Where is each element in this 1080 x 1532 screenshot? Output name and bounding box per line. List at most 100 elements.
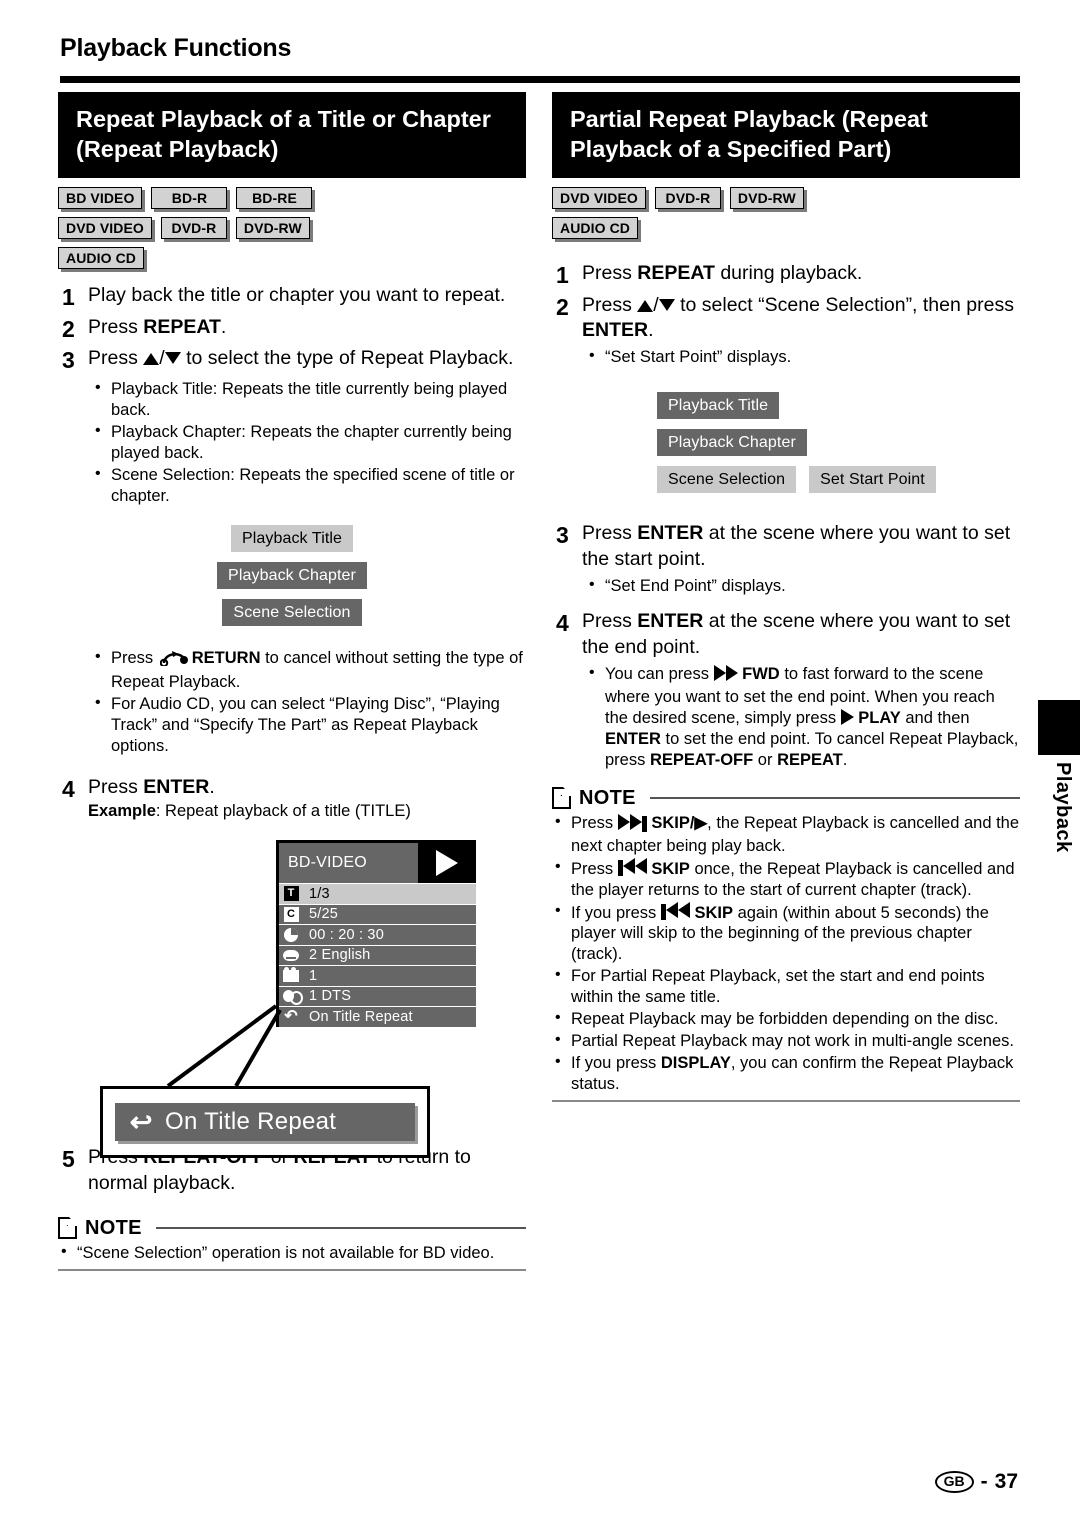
step-3: 3 Press / to select the type of Repeat P… bbox=[58, 346, 526, 376]
step-text-c: . bbox=[220, 315, 227, 338]
bullet-item: Playback Title: Repeats the title curren… bbox=[92, 378, 526, 421]
menu-line: Playback Chapter bbox=[552, 429, 1020, 457]
bullet-item: “Set Start Point” displays. bbox=[586, 346, 1020, 368]
step-text-a: Press bbox=[582, 261, 638, 284]
key-play: PLAY bbox=[858, 708, 901, 727]
example-text: : Repeat playback of a title (TITLE) bbox=[155, 801, 411, 820]
key-return: RETURN bbox=[191, 649, 261, 668]
disc-badge: DVD-R bbox=[160, 216, 227, 239]
header-rule bbox=[60, 76, 1020, 83]
bullet-text-a: Press bbox=[571, 859, 618, 878]
menu-chip-playback-title[interactable]: Playback Title bbox=[230, 525, 354, 553]
badge-row: AUDIO CD bbox=[552, 216, 1020, 239]
menu-chip-playback-chapter[interactable]: Playback Chapter bbox=[657, 429, 807, 457]
bullet-item: For Audio CD, you can select “Playing Di… bbox=[92, 693, 526, 757]
bullet-item: Repeat Playback may be forbidden dependi… bbox=[552, 1008, 1020, 1030]
callout-text: On Title Repeat bbox=[165, 1108, 337, 1136]
step-number: 3 bbox=[556, 522, 569, 549]
step-3-bullets: Playback Title: Repeats the title curren… bbox=[58, 378, 526, 507]
menu-chip-playback-chapter[interactable]: Playback Chapter bbox=[217, 562, 367, 590]
step-text-b: to select “Scene Selection”, then press bbox=[674, 293, 1014, 316]
bullet-text-a: If you press bbox=[571, 903, 661, 922]
step-number: 4 bbox=[556, 610, 569, 637]
menu-line: Scene Selection bbox=[58, 599, 526, 627]
magnified-callout: ↩ On Title Repeat bbox=[100, 1086, 430, 1159]
badge-row: BD VIDEO BD-R BD-RE bbox=[58, 186, 526, 209]
step-4-bullets: You can press FWD to fast forward to the… bbox=[552, 663, 1020, 771]
disc-badge: BD VIDEO bbox=[58, 186, 143, 209]
step-2-bullets: “Set Start Point” displays. bbox=[552, 346, 1020, 368]
play-icon bbox=[840, 708, 854, 725]
note-footer-rule bbox=[58, 1268, 526, 1271]
bullet-item: “Set End Point” displays. bbox=[586, 575, 1020, 597]
skip-back-icon bbox=[617, 857, 647, 878]
badge-row: DVD VIDEO DVD-R DVD-RW bbox=[552, 186, 1020, 209]
steps-left: 1 Play back the title or chapter you wan… bbox=[58, 283, 526, 1271]
step-1: 1 Press REPEAT during playback. bbox=[552, 261, 1020, 291]
note-rule bbox=[649, 797, 1020, 800]
step-1: 1 Play back the title or chapter you wan… bbox=[58, 283, 526, 313]
skip-arrow-glyph: ▶ bbox=[694, 813, 708, 832]
note-header: NOTE bbox=[552, 787, 1020, 810]
step-number: 1 bbox=[556, 261, 569, 288]
step-text-b: to select the type of Repeat Playback. bbox=[180, 347, 514, 370]
key-skip: SKIP bbox=[651, 859, 690, 878]
step-3-extra-bullets: Press RETURN to cancel without setting t… bbox=[58, 647, 526, 757]
bullet-item: You can press FWD to fast forward to the… bbox=[586, 663, 1020, 771]
note-title: NOTE bbox=[85, 1216, 142, 1239]
menu-line: Scene Selection Set Start Point bbox=[552, 466, 1020, 494]
menu-line: Playback Chapter bbox=[58, 562, 526, 590]
repeat-type-menu-left: Playback Title Playback Chapter Scene Se… bbox=[58, 525, 526, 627]
key-repeat: REPEAT bbox=[637, 261, 715, 284]
bullet-text-a: If you press bbox=[571, 1054, 661, 1073]
step-3-bullets: “Set End Point” displays. bbox=[552, 575, 1020, 597]
step-text-a: Press bbox=[88, 315, 144, 338]
menu-chip-scene-selection[interactable]: Scene Selection bbox=[657, 466, 797, 494]
step-text: Press ENTER. Example: Repeat playback of… bbox=[88, 775, 526, 822]
note-icon bbox=[58, 1217, 77, 1240]
menu-line: Playback Title bbox=[552, 392, 1020, 420]
disc-badge: AUDIO CD bbox=[552, 216, 639, 239]
step-3: 3 Press ENTER at the scene where you wan… bbox=[552, 521, 1020, 573]
bullet-item: If you press SKIP again (within about 5 … bbox=[552, 901, 1020, 966]
note-title: NOTE bbox=[579, 786, 636, 809]
bullet-text-5: and then bbox=[900, 708, 970, 727]
step-text-a: Press bbox=[88, 347, 144, 370]
bullet-text-9: or bbox=[753, 750, 778, 769]
step-number: 3 bbox=[62, 347, 75, 374]
bullet-text-a: Press bbox=[111, 649, 158, 668]
bullet-item: Scene Selection: Repeats the specified s… bbox=[92, 464, 526, 507]
badge-row: AUDIO CD bbox=[58, 246, 526, 269]
step-text-a: Press bbox=[582, 610, 638, 633]
updown-arrows-icon: / bbox=[143, 346, 181, 372]
step-text: Press REPEAT. bbox=[88, 315, 526, 345]
step-4: 4 Press ENTER at the scene where you wan… bbox=[552, 609, 1020, 661]
section-title-right: Partial Repeat Playback (Repeat Playback… bbox=[552, 92, 1020, 178]
steps-right: 1 Press REPEAT during playback. 2 Press … bbox=[552, 261, 1020, 1103]
key-enter: ENTER bbox=[143, 775, 210, 798]
step-2: 2 Press REPEAT. bbox=[58, 315, 526, 345]
bullet-item: If you press DISPLAY, you can confirm th… bbox=[552, 1052, 1020, 1095]
bullet-item: Press SKIP once, the Repeat Playback is … bbox=[552, 857, 1020, 901]
bullet-text-a: Press bbox=[571, 813, 618, 832]
step-text-a: Press bbox=[88, 775, 144, 798]
region-badge: GB bbox=[934, 1470, 974, 1494]
note-icon bbox=[552, 787, 571, 810]
note-header: NOTE bbox=[58, 1217, 526, 1240]
note-block-left: NOTE “Scene Selection” operation is not … bbox=[58, 1217, 526, 1271]
page-number: 37 bbox=[994, 1470, 1018, 1493]
note-block-right: NOTE Press SKIP/▶, the Repeat Playback i… bbox=[552, 787, 1020, 1103]
step-text-a: Press bbox=[582, 293, 638, 316]
bullet-item: For Partial Repeat Playback, set the sta… bbox=[552, 965, 1020, 1008]
disc-badge: AUDIO CD bbox=[58, 246, 145, 269]
note-rule bbox=[155, 1227, 526, 1230]
key-repeat: REPEAT bbox=[777, 750, 843, 769]
repeat-icon: ↩ bbox=[129, 1106, 153, 1137]
disc-badge: BD-RE bbox=[236, 186, 313, 209]
menu-chip-scene-selection[interactable]: Scene Selection bbox=[222, 599, 362, 627]
bullet-item: Partial Repeat Playback may not work in … bbox=[552, 1030, 1020, 1052]
key-fwd: FWD bbox=[742, 664, 780, 683]
bullet-item: Press SKIP/▶, the Repeat Playback is can… bbox=[552, 812, 1020, 857]
menu-chip-set-start-point[interactable]: Set Start Point bbox=[809, 466, 936, 494]
menu-chip-playback-title[interactable]: Playback Title bbox=[657, 392, 780, 420]
